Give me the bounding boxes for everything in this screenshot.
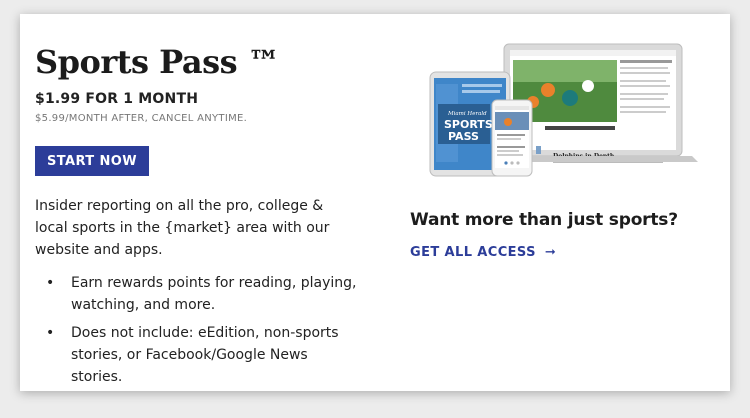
tablet-pass-text: PASS <box>448 130 479 143</box>
sports-pass-card: Sports Pass ™ $1.99 FOR 1 MONTH $5.99/MO… <box>20 14 730 391</box>
offer-benefits-list: • Earn rewards points for reading, playi… <box>35 272 360 394</box>
start-now-button[interactable]: START NOW <box>35 146 149 176</box>
get-all-access-link[interactable]: GET ALL ACCESS ➞ <box>410 245 556 260</box>
offer-title: Sports Pass ™ <box>35 43 280 81</box>
benefit-text: Earn rewards points for reading, playing… <box>71 275 357 313</box>
list-item: • Earn rewards points for reading, playi… <box>35 272 360 316</box>
list-item: • Does not include: eEdition, non-sports… <box>35 322 360 388</box>
benefit-text: Does not include: eEdition, non-sports s… <box>71 325 339 385</box>
devices-illustration: Dolphins in Depth Miami Herald SPORTS PA… <box>429 43 698 177</box>
offer-description: Insider reporting on all the pro, colleg… <box>35 198 330 258</box>
upsell-heading: Want more than just sports? <box>410 210 678 230</box>
bullet-icon: • <box>46 325 55 341</box>
get-all-access-label: GET ALL ACCESS <box>410 245 536 260</box>
offer-price: $1.99 FOR 1 MONTH <box>35 91 199 107</box>
arrow-right-icon: ➞ <box>544 245 557 260</box>
bullet-icon: • <box>46 275 55 291</box>
tablet-brand-text: Miami Herald <box>447 111 487 117</box>
offer-price-terms: $5.99/MONTH AFTER, CANCEL ANYTIME. <box>35 113 248 124</box>
